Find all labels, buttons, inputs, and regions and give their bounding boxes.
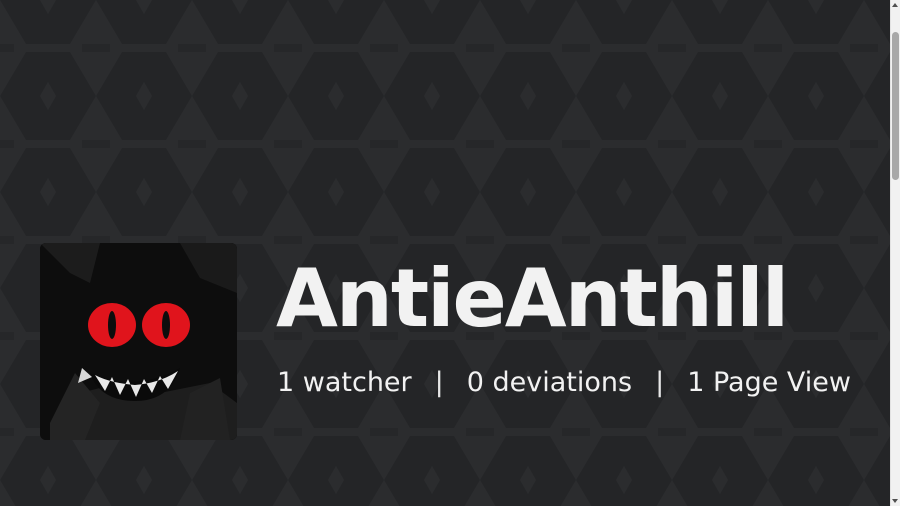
red-eyed-creature-avatar-icon <box>40 243 237 440</box>
profile-stats: 1 watcher | 0 deviations | 1 Page View <box>277 365 851 401</box>
avatar[interactable] <box>40 243 237 440</box>
profile-header: AntieAnthill 1 watcher | 0 deviations | … <box>40 243 880 443</box>
scrollbar-thumb[interactable] <box>892 32 899 180</box>
vertical-scrollbar[interactable] <box>890 0 900 506</box>
scroll-up-arrow-icon[interactable] <box>892 3 898 7</box>
stats-separator: | <box>434 367 444 398</box>
deviation-count[interactable]: 0 deviations <box>467 365 632 401</box>
username: AntieAnthill <box>276 252 789 345</box>
stats-separator: | <box>655 367 665 398</box>
watcher-count[interactable]: 1 watcher <box>277 365 412 401</box>
page-view-count: 1 Page View <box>687 367 851 398</box>
scroll-down-arrow-icon[interactable] <box>892 499 898 503</box>
